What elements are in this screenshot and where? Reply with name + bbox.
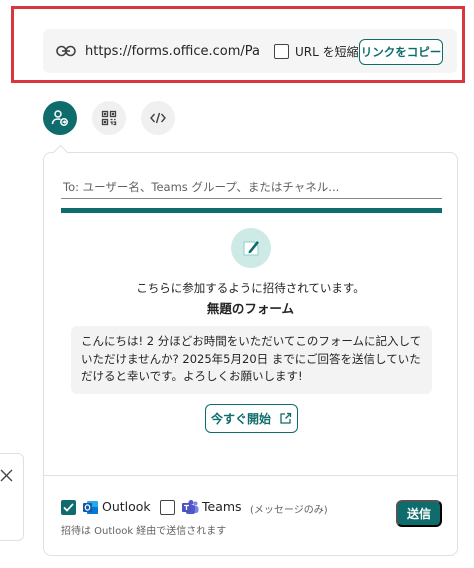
person-send-icon (51, 110, 68, 126)
tab-qr-code[interactable] (92, 101, 126, 135)
share-link-bar: https://forms.office.com/Pages... URL を短… (43, 29, 457, 73)
teams-label[interactable]: Teams (202, 499, 242, 514)
checkmark-icon (63, 503, 74, 512)
close-icon[interactable] (0, 469, 14, 483)
preview-accent-bar (61, 208, 442, 213)
invite-message[interactable]: こんにちは! 2 分ほどお時間をいただいてこのフォームに記入していただけませんか… (71, 326, 432, 394)
form-note-icon (231, 228, 271, 268)
start-now-button[interactable]: 今すぐ開始 (205, 404, 298, 433)
link-icon (55, 44, 77, 58)
invite-text: こちらに参加するように招待されています。 (136, 281, 365, 295)
shorten-url-label[interactable]: URL を短縮 (295, 43, 359, 60)
outlook-checkbox[interactable] (61, 500, 76, 515)
copy-link-button[interactable]: リンクをコピー (359, 39, 443, 65)
open-external-icon (280, 412, 292, 424)
teams-message-only-note: (メッセージのみ) (250, 505, 328, 516)
panel-notch (52, 144, 69, 161)
start-now-label: 今すぐ開始 (210, 412, 271, 426)
form-title: 無題のフォーム (206, 301, 295, 316)
shorten-url-checkbox[interactable] (274, 43, 289, 59)
footer-divider (44, 475, 457, 476)
qr-code-icon (101, 110, 117, 126)
recipient-input[interactable]: To: ユーザー名、Teams グループ、またはチャネル... (61, 175, 442, 199)
teams-icon (182, 500, 199, 514)
tab-invite[interactable] (43, 101, 77, 135)
send-via-note: 招待は Outlook 経由で送信されます (61, 526, 227, 537)
code-icon (150, 112, 166, 124)
outlook-icon (83, 501, 98, 514)
tab-embed[interactable] (141, 101, 175, 135)
teams-checkbox[interactable] (160, 500, 175, 515)
outlook-label[interactable]: Outlook (102, 499, 151, 514)
side-panel-edge (0, 453, 24, 541)
share-link-url[interactable]: https://forms.office.com/Pages... (85, 44, 260, 59)
send-button[interactable]: 送信 (396, 500, 442, 527)
invite-panel: To: ユーザー名、Teams グループ、またはチャネル... こちらに参加する… (43, 144, 458, 556)
